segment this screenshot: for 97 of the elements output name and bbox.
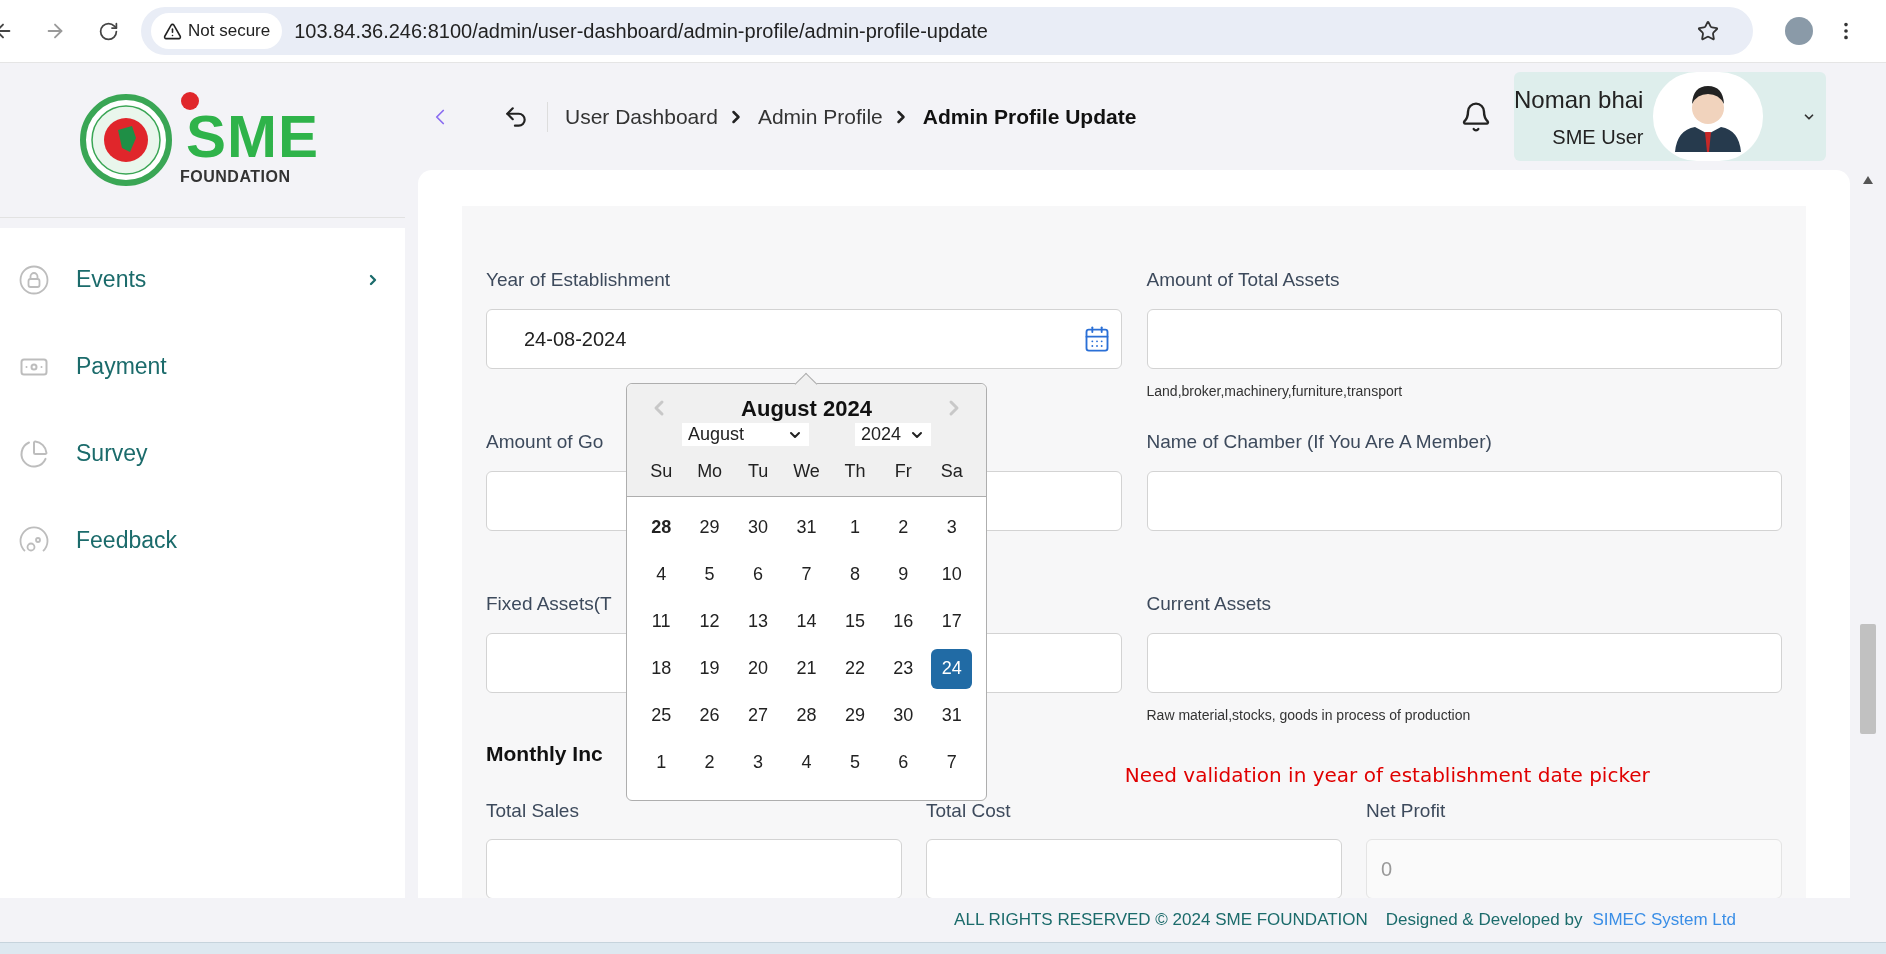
logo-text: SME (186, 109, 320, 165)
weekday-label: Th (843, 459, 867, 483)
field-label: Net Profit (1366, 798, 1447, 823)
calendar-day[interactable]: 7 (786, 554, 827, 595)
field-label: Year of Establishment (486, 268, 671, 292)
text-field[interactable] (486, 839, 902, 898)
user-role: SME User (1552, 124, 1644, 150)
calendar-day[interactable]: 13 (737, 601, 779, 642)
year-select[interactable]: 2024 (855, 423, 931, 446)
calendar-day[interactable]: 2 (689, 742, 731, 783)
sidebar-item[interactable]: Events (0, 236, 405, 323)
reload-icon[interactable] (98, 20, 119, 42)
calendar-day[interactable]: 8 (834, 554, 876, 595)
field-label: Current Assets (1146, 592, 1272, 616)
helper-text: Land,broker,machinery,furniture,transport (1146, 381, 1404, 401)
logo-subtitle: FOUNDATION (180, 167, 291, 187)
review-note: Need validation in year of establishment date picker (1124, 761, 1650, 789)
calendar-day[interactable]: 28 (786, 695, 827, 736)
weekday-label: Fr (893, 459, 913, 483)
calendar-day[interactable]: 19 (689, 648, 731, 689)
notification-icon[interactable] (1460, 100, 1492, 133)
weekday-label: Su (649, 459, 674, 483)
breadcrumb-link[interactable]: Admin Profile (757, 100, 883, 133)
weekday-label: Mo (696, 459, 724, 483)
address-bar[interactable]: Not secure 103.84.36.246:8100/admin/user-dashboard/admin-profile/admin-profile-update (141, 7, 1753, 55)
calendar-day[interactable]: 2 (882, 507, 924, 548)
calendar-day[interactable]: 29 (689, 507, 731, 548)
text-field[interactable] (1146, 308, 1782, 369)
lock-icon (19, 264, 49, 295)
calendar-day[interactable]: 15 (834, 601, 876, 642)
calendar-day[interactable]: 3 (737, 742, 779, 783)
calendar-day[interactable]: 12 (689, 601, 731, 642)
date-field[interactable]: 24-08-2024 (486, 308, 1122, 369)
sidebar-item[interactable]: Survey (0, 410, 405, 497)
warning-icon (163, 21, 182, 41)
calendar-title: August 2024 (741, 396, 872, 422)
calendar-day[interactable]: 3 (931, 507, 973, 548)
calendar-day[interactable]: 23 (882, 648, 924, 689)
calendar-day[interactable]: 22 (834, 648, 876, 689)
calendar-day[interactable]: 30 (737, 507, 779, 548)
calendar-day[interactable]: 30 (882, 695, 924, 736)
field-label: Name of Chamber (If You Are A Member) (1146, 430, 1492, 454)
field-label: Amount of Total Assets (1146, 268, 1340, 292)
calendar-day[interactable]: 26 (689, 695, 731, 736)
calendar-day[interactable]: 31 (786, 507, 827, 548)
logo-dot-icon (180, 91, 200, 111)
pie-chart-icon (19, 438, 49, 469)
section-title: Monthly Inc (486, 741, 603, 767)
calendar-day[interactable]: 31 (931, 695, 973, 736)
calendar-day[interactable]: 4 (786, 742, 827, 783)
calendar-day[interactable]: 28 (640, 507, 682, 548)
scrollbar-thumb[interactable] (1860, 624, 1876, 734)
calendar-day[interactable]: 25 (640, 695, 682, 736)
calendar-day[interactable]: 6 (737, 554, 779, 595)
month-select[interactable]: August (682, 423, 809, 446)
calendar-day[interactable]: 27 (737, 695, 779, 736)
calendar-day[interactable]: 16 (882, 601, 924, 642)
sidebar-item[interactable]: Feedback (0, 497, 405, 584)
weekday-label: We (792, 459, 821, 483)
copyright-text: ALL RIGHTS RESERVED © 2024 SME FOUNDATION (954, 909, 1368, 932)
calendar-day[interactable]: 6 (882, 742, 924, 783)
profile-avatar[interactable] (1785, 17, 1813, 45)
calendar-day[interactable]: 5 (689, 554, 731, 595)
weekday-label: Sa (939, 459, 964, 483)
calendar-day[interactable]: 20 (737, 648, 779, 689)
text-field[interactable] (926, 839, 1342, 898)
calendar-day[interactable]: 21 (786, 648, 827, 689)
calendar-day[interactable]: 11 (640, 601, 682, 642)
scroll-up-icon[interactable] (1863, 176, 1873, 184)
sidebar-item[interactable]: Payment (0, 323, 405, 410)
calendar-day[interactable]: 17 (931, 601, 973, 642)
field-label: Total Cost (926, 798, 1012, 823)
field-label: Total Sales (486, 798, 580, 823)
security-chip[interactable]: Not secure (151, 13, 283, 49)
credit-text: Designed & Developed by (1385, 909, 1583, 932)
text-field[interactable] (1146, 632, 1782, 693)
field-label: Fixed Assets(T (486, 592, 612, 616)
user-card[interactable]: Noman bhai SME User (1514, 72, 1826, 161)
calendar-day[interactable]: 14 (786, 601, 827, 642)
calendar-day[interactable]: 4 (640, 554, 682, 595)
helper-text: Raw material,stocks, goods in process of production (1146, 705, 1472, 725)
calendar-day[interactable]: 7 (931, 742, 973, 783)
weekday-label: Tu (746, 459, 770, 483)
calendar-day[interactable]: 10 (931, 554, 973, 595)
calendar-day[interactable]: 29 (834, 695, 876, 736)
url-text: 103.84.36.246:8100/admin/user-dashboard/admin-profile/admin-profile-update (294, 19, 988, 44)
calendar-day[interactable]: 1 (640, 742, 682, 783)
user-name: Noman bhai (1514, 84, 1644, 115)
field-label: Amount of Go (486, 430, 604, 454)
calendar-day[interactable]: 24 (931, 648, 973, 689)
calendar-day[interactable]: 5 (834, 742, 876, 783)
calendar-day[interactable]: 18 (640, 648, 682, 689)
star-icon[interactable] (1697, 20, 1719, 42)
calendar-day[interactable]: 9 (882, 554, 924, 595)
text-field[interactable] (1146, 470, 1782, 531)
breadcrumb-link[interactable]: User Dashboard (565, 100, 718, 133)
calendar-day[interactable]: 1 (834, 507, 876, 548)
